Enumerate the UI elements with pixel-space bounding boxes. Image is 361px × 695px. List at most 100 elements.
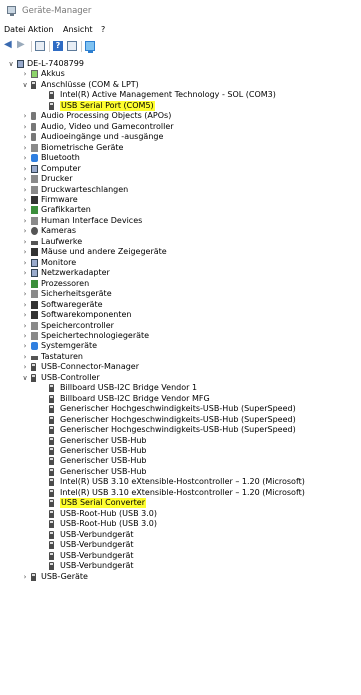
tree-item[interactable]: › Softwaregeräte — [0, 300, 361, 310]
expand-chevron-icon[interactable]: › — [22, 300, 28, 310]
tree-item[interactable]: ∨ DE-L-7408799 — [0, 59, 361, 69]
battery-icon — [31, 70, 38, 79]
expand-chevron-icon[interactable]: › — [22, 289, 28, 299]
forward-arrow-icon[interactable]: ▶ — [17, 40, 29, 50]
tree-item[interactable]: ∨ Anschlüsse (COM & LPT) — [0, 80, 361, 90]
tree-item[interactable]: Generischer USB-Hub — [0, 436, 361, 446]
tree-item[interactable]: USB Serial Converter — [0, 498, 361, 509]
tree-item[interactable]: Generischer Hochgeschwindigkeits-USB-Hub… — [0, 415, 361, 425]
tree-item[interactable]: › Biometrische Geräte — [0, 143, 361, 153]
expand-chevron-icon[interactable]: › — [22, 122, 28, 132]
collapse-chevron-icon[interactable]: ∨ — [22, 373, 28, 383]
tree-item[interactable]: › Audio, Video und Gamecontroller — [0, 122, 361, 132]
help-icon[interactable]: ? — [53, 41, 63, 51]
expand-chevron-icon[interactable]: › — [22, 331, 28, 341]
tree-item[interactable]: › Grafikkarten — [0, 205, 361, 215]
menu-datei[interactable]: Datei — [4, 25, 25, 34]
tree-item[interactable]: › Computer — [0, 164, 361, 174]
tree-item-label: Monitore — [41, 257, 77, 267]
tree-item[interactable]: USB Serial Port (COM5) — [0, 100, 361, 111]
tree-item-label: Intel(R) USB 3.10 eXtensible-Hostcontrol… — [60, 487, 305, 497]
tree-item[interactable]: Generischer USB-Hub — [0, 446, 361, 456]
menu-ansicht[interactable]: Ansicht — [63, 25, 93, 34]
expand-chevron-icon[interactable]: › — [22, 279, 28, 289]
tree-item[interactable]: › Kameras — [0, 226, 361, 236]
expand-chevron-icon[interactable]: › — [22, 195, 28, 205]
expand-chevron-icon[interactable]: › — [22, 321, 28, 331]
tree-item[interactable]: Generischer Hochgeschwindigkeits-USB-Hub… — [0, 425, 361, 435]
expand-chevron-icon[interactable]: › — [22, 247, 28, 257]
view-icon[interactable] — [35, 41, 45, 51]
expand-chevron-icon[interactable]: › — [22, 216, 28, 226]
collapse-chevron-icon[interactable]: ∨ — [22, 80, 28, 90]
tree-item[interactable]: › Laufwerke — [0, 237, 361, 247]
menu-aktion[interactable]: Aktion — [28, 25, 53, 34]
tree-item[interactable]: › Bluetooth — [0, 153, 361, 163]
tree-item-label: Speichertechnologiegeräte — [41, 330, 150, 340]
expand-chevron-icon[interactable]: › — [22, 111, 28, 121]
tree-item[interactable]: › Mäuse und andere Zeigegeräte — [0, 247, 361, 257]
tree-item[interactable]: Generischer Hochgeschwindigkeits-USB-Hub… — [0, 404, 361, 414]
expand-chevron-icon[interactable]: › — [22, 153, 28, 163]
tree-item[interactable]: › Netzwerkadapter — [0, 268, 361, 278]
expand-chevron-icon[interactable]: › — [22, 226, 28, 236]
tree-item[interactable]: USB-Verbundgerät — [0, 540, 361, 550]
tree-item[interactable]: › Akkus — [0, 69, 361, 79]
expand-chevron-icon[interactable]: › — [22, 174, 28, 184]
tree-item[interactable]: Billboard USB-I2C Bridge Vendor MFG — [0, 394, 361, 404]
tree-item[interactable]: › Systemgeräte — [0, 341, 361, 351]
tree-item[interactable]: ∨ USB-Controller — [0, 373, 361, 383]
tree-item[interactable]: › Prozessoren — [0, 279, 361, 289]
tree-item[interactable]: Generischer USB-Hub — [0, 456, 361, 466]
tree-item-label: Sicherheitsgeräte — [41, 289, 112, 299]
tree-item[interactable]: › Audioeingänge und -ausgänge — [0, 132, 361, 142]
tree-item-label: Generischer USB-Hub — [60, 446, 147, 456]
expand-chevron-icon[interactable]: › — [22, 143, 28, 153]
tree-item[interactable]: › USB-Connector-Manager — [0, 362, 361, 372]
tree-item[interactable]: › Monitore — [0, 258, 361, 268]
scan-hardware-icon[interactable] — [85, 41, 95, 53]
tree-item[interactable]: USB-Verbundgerät — [0, 530, 361, 540]
tree-item[interactable]: › Sicherheitsgeräte — [0, 289, 361, 299]
expand-chevron-icon[interactable]: › — [22, 258, 28, 268]
menu-help[interactable]: ? — [101, 25, 105, 34]
tree-item[interactable]: Intel(R) USB 3.10 eXtensible-Hostcontrol… — [0, 488, 361, 498]
collapse-chevron-icon[interactable]: ∨ — [8, 59, 14, 69]
expand-chevron-icon[interactable]: › — [22, 132, 28, 142]
tree-item-label: Generischer Hochgeschwindigkeits-USB-Hub… — [60, 425, 296, 435]
device-manager-icon — [7, 6, 16, 16]
expand-chevron-icon[interactable]: › — [22, 69, 28, 79]
tree-item[interactable]: › Drucker — [0, 174, 361, 184]
tree-item[interactable]: › USB-Geräte — [0, 572, 361, 582]
tree-item[interactable]: › Softwarekomponenten — [0, 310, 361, 320]
expand-chevron-icon[interactable]: › — [22, 205, 28, 215]
properties-icon[interactable] — [67, 41, 77, 51]
tree-item[interactable]: › Human Interface Devices — [0, 216, 361, 226]
tree-item[interactable]: USB-Verbundgerät — [0, 551, 361, 561]
expand-chevron-icon[interactable]: › — [22, 352, 28, 362]
tree-item[interactable]: › Druckwarteschlangen — [0, 185, 361, 195]
tree-item[interactable]: USB-Root-Hub (USB 3.0) — [0, 509, 361, 519]
tree-item[interactable]: Intel(R) Active Management Technology - … — [0, 90, 361, 100]
tree-item[interactable]: USB-Root-Hub (USB 3.0) — [0, 519, 361, 529]
expand-chevron-icon[interactable]: › — [22, 164, 28, 174]
back-arrow-icon[interactable]: ◀ — [4, 40, 16, 50]
tree-item[interactable]: Generischer USB-Hub — [0, 467, 361, 477]
tree-item[interactable]: › Tastaturen — [0, 352, 361, 362]
expand-chevron-icon[interactable]: › — [22, 268, 28, 278]
tree-item-label: Druckwarteschlangen — [41, 184, 129, 194]
expand-chevron-icon[interactable]: › — [22, 185, 28, 195]
tree-item[interactable]: › Speichercontroller — [0, 321, 361, 331]
expand-chevron-icon[interactable]: › — [22, 341, 28, 351]
tree-item[interactable]: Billboard USB-I2C Bridge Vendor 1 — [0, 383, 361, 393]
tree-item[interactable]: › Speichertechnologiegeräte — [0, 331, 361, 341]
expand-chevron-icon[interactable]: › — [22, 572, 28, 582]
tree-item[interactable]: USB-Verbundgerät — [0, 561, 361, 571]
expand-chevron-icon[interactable]: › — [22, 362, 28, 372]
tree-item[interactable]: Intel(R) USB 3.10 eXtensible-Hostcontrol… — [0, 477, 361, 487]
tree-item[interactable]: › Firmware — [0, 195, 361, 205]
expand-chevron-icon[interactable]: › — [22, 237, 28, 247]
expand-chevron-icon[interactable]: › — [22, 310, 28, 320]
tree-item[interactable]: › Audio Processing Objects (APOs) — [0, 111, 361, 121]
software-device-icon — [31, 300, 38, 309]
